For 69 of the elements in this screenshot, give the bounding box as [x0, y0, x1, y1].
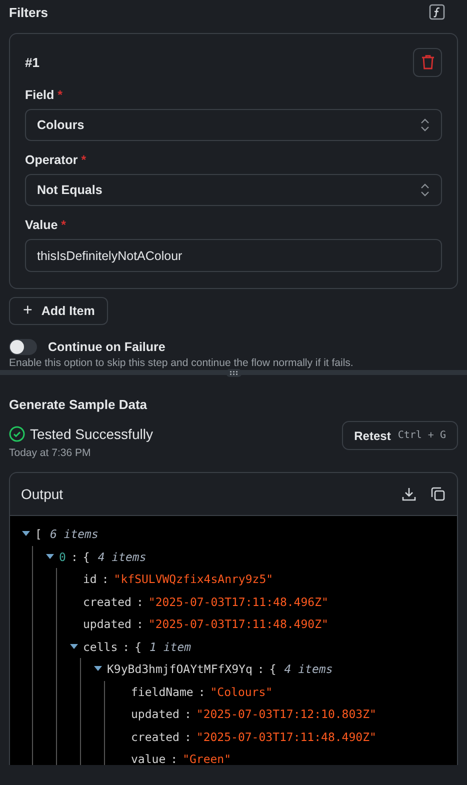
json-key: updated [83, 617, 132, 632]
json-string: "kfSULVWQzfix4sAnry9z5" [114, 572, 274, 586]
field-label: Value * [25, 218, 68, 232]
input-field[interactable]: thisIsDefinitelyNotAColour [25, 239, 442, 272]
expand-triangle-icon[interactable] [46, 554, 54, 560]
item-count: 6 items [50, 527, 98, 542]
chevron-up-down-icon [420, 118, 430, 132]
check-circle-icon [9, 426, 25, 442]
item-title: #1 [25, 54, 40, 70]
json-key: created [131, 730, 180, 744]
json-key: fieldName [131, 684, 194, 699]
expand-triangle-icon[interactable] [22, 531, 30, 538]
help-text: Enable this option to skip this step and continue the flow normally if it fails. [9, 357, 354, 369]
keyboard-shortcut: Ctrl + G [398, 430, 446, 441]
json-key: 0 [59, 550, 66, 564]
toggle-switch[interactable] [9, 339, 37, 355]
toggle-label: Continue on Failure [48, 340, 166, 354]
json-bracket: { [82, 550, 90, 564]
json-key: K9yBd3hmjfOAYtMFfX9Yq [107, 662, 252, 676]
json-key: value [131, 752, 166, 765]
download-icon [402, 487, 416, 501]
json-key: id [83, 572, 97, 586]
json-string: "2025-07-03T17:11:48.496Z" [148, 594, 328, 609]
json-colon: : [136, 594, 144, 609]
copy-button[interactable] [431, 487, 445, 501]
json-colon: : [198, 684, 206, 699]
timestamp: Today at 7:36 PM [9, 447, 92, 459]
expand-triangle-icon[interactable] [70, 644, 78, 650]
json-string: "2025-07-03T17:12:10.803Z" [196, 707, 376, 722]
dropdown[interactable]: Colours [25, 109, 442, 141]
json-colon: : [70, 550, 78, 564]
download-button[interactable] [402, 487, 416, 501]
json-colon: : [122, 640, 130, 654]
chevron-up-down-icon [420, 183, 430, 197]
status-text: Tested Successfully [30, 426, 153, 442]
expand-triangle-icon[interactable] [94, 666, 102, 672]
json-colon: : [170, 752, 178, 765]
json-colon: : [184, 707, 192, 722]
json-bracket: { [269, 662, 276, 676]
json-string: "2025-07-03T17:11:48.490Z" [148, 617, 328, 632]
json-colon: : [257, 662, 264, 676]
json-string: "Green" [182, 752, 232, 765]
json-key: created [83, 594, 132, 609]
retest-button[interactable]: Retest Ctrl + G [342, 421, 458, 450]
json-colon: : [102, 572, 109, 586]
add-item-button[interactable]: + Add Item [9, 297, 108, 325]
json-key: cells [83, 640, 118, 654]
json-string: "2025-07-03T17:11:48.490Z" [196, 730, 376, 744]
copy-icon [431, 487, 445, 501]
json-bracket: { [134, 640, 142, 654]
delete-button[interactable] [413, 48, 442, 76]
json-key: updated [131, 707, 180, 722]
section-title: Filters [9, 4, 48, 20]
json-string: "Colours" [210, 684, 273, 699]
item-count: 4 items [98, 550, 146, 564]
item-count: 1 item [150, 640, 192, 654]
field-label: Field * [25, 88, 64, 102]
item-count: 4 items [284, 662, 333, 676]
json-colon: : [184, 730, 192, 744]
field-label: Operator * [25, 153, 88, 167]
formula-button[interactable] [429, 4, 445, 20]
grip-icon [230, 370, 238, 374]
function-icon [429, 4, 445, 20]
json-bracket: [ [35, 527, 42, 542]
panel-title: Output [21, 486, 64, 502]
dropdown[interactable]: Not Equals [25, 174, 442, 206]
section-title: Generate Sample Data [9, 397, 148, 412]
trash-icon [420, 54, 434, 70]
json-colon: : [136, 617, 144, 632]
